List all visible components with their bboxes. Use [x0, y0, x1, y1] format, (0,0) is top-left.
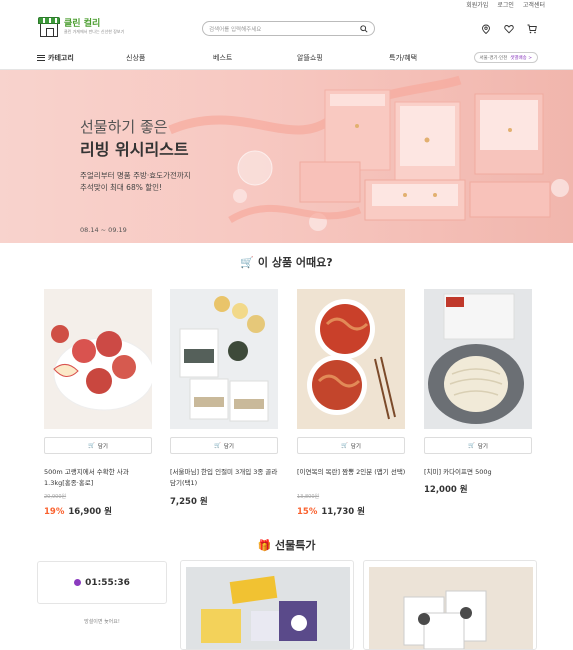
- logo-tagline: 클린 가게에서 만나는 신선한 장보기: [64, 29, 125, 34]
- add-to-cart-label: 담기: [350, 443, 361, 450]
- add-to-cart-button[interactable]: 🛒 담기: [170, 437, 278, 454]
- add-to-cart-button[interactable]: 🛒 담기: [44, 437, 152, 454]
- product-price-row: 7,250 원: [170, 495, 208, 507]
- product-price: 11,730 원: [321, 507, 365, 517]
- banner-description-line2: 추석맞이 최대 68% 할인!: [80, 183, 163, 192]
- apple-illustration: [51, 325, 152, 411]
- add-to-cart-label: 담기: [97, 443, 108, 450]
- delivery-region: 서울·경기·인천: [479, 55, 508, 61]
- add-to-cart-button[interactable]: 🛒 담기: [297, 437, 405, 454]
- jjamppong-illustration: [307, 299, 396, 420]
- top-links: 회원가입 로그인 고객센터: [466, 0, 545, 9]
- search-icon[interactable]: [360, 24, 368, 33]
- store-icon: [38, 17, 60, 37]
- top-utility-bar: 회원가입 로그인 고객센터: [0, 0, 573, 12]
- product-discount-rate: 15%: [297, 507, 318, 517]
- product-original-price: 13,800원: [297, 494, 320, 500]
- nav-best[interactable]: 베스트: [213, 53, 232, 63]
- banner-title-line2: 리빙 위시리스트: [80, 140, 189, 159]
- logo[interactable]: 클린 컬리 클린 가게에서 만나는 신선한 장보기: [38, 17, 124, 37]
- nav-bargain[interactable]: 알뜰쇼핑: [297, 53, 323, 63]
- product-price-row: 15% 11,730 원: [297, 505, 365, 517]
- customer-center-link[interactable]: 고객센터: [523, 0, 545, 9]
- gift-section-title: 🎁 선물특가: [0, 537, 573, 553]
- product-name[interactable]: 500m 고랭지에서 수확한 사과 1.3kg[홍종·홍로]: [44, 467, 156, 489]
- heart-icon[interactable]: [504, 24, 514, 34]
- product-price-row: 19% 16,900 원: [44, 505, 112, 517]
- product-image-jjamppong[interactable]: [297, 289, 405, 429]
- cart-icon: 🛒: [468, 442, 475, 449]
- product-card[interactable]: 🛒 담기 500m 고랭지에서 수확한 사과 1.3kg[홍종·홍로] 20,9…: [44, 289, 152, 517]
- logo-name: 클린 컬리: [64, 19, 101, 29]
- main-banner[interactable]: 선물하기 좋은 리빙 위시리스트 주얼리부터 명품 주방·효도가전까지 추석맞이…: [0, 70, 573, 243]
- product-image-kataifi[interactable]: [424, 289, 532, 429]
- gift-box-icon: 🎁: [257, 539, 272, 552]
- product-image-apples[interactable]: [44, 289, 152, 429]
- category-menu-button[interactable]: 카테고리: [37, 53, 74, 63]
- add-to-cart-label: 담기: [477, 443, 488, 450]
- location-pin-icon[interactable]: [481, 24, 491, 34]
- product-original-price: 20,900원: [44, 494, 67, 500]
- hamburger-icon: [37, 54, 45, 61]
- banner-description-line1: 주얼리부터 명품 주방·효도가전까지: [80, 171, 191, 180]
- signup-link[interactable]: 회원가입: [466, 0, 488, 9]
- product-name[interactable]: [치미] 카다이프면 500g: [424, 467, 536, 478]
- banner-date-range: 08.14 ~ 09.19: [80, 226, 127, 234]
- gift-product-card[interactable]: [180, 560, 354, 650]
- countdown-timer: 01:55:36: [37, 561, 167, 604]
- kataifi-illustration: [428, 293, 524, 424]
- product-card[interactable]: 🛒 담기 [이연복의 목란] 짬뽕 2인분 (맵기 선택) 13,800원 15…: [297, 289, 405, 517]
- search-placeholder: 검색어를 입력해주세요: [209, 26, 262, 33]
- nav-special-offers[interactable]: 특가/혜택: [389, 53, 417, 63]
- gift-product-card[interactable]: [363, 560, 537, 650]
- product-price: 16,900 원: [68, 507, 112, 517]
- product-image-injeolmi[interactable]: [170, 289, 278, 429]
- gift-title-text: 선물특가: [275, 539, 316, 552]
- nav-new-products[interactable]: 신상품: [126, 53, 145, 63]
- injeolmi-illustration: [179, 296, 269, 422]
- cart-icon: 🛒: [341, 442, 348, 449]
- product-name[interactable]: [서울마님] 한입 인절미 3개입 3종 골라담기(택1): [170, 467, 282, 489]
- product-card[interactable]: 🛒 담기 [서울마님] 한입 인절미 3개입 3종 골라담기(택1) 7,250…: [170, 289, 278, 507]
- product-price-row: 12,000 원: [424, 483, 468, 495]
- product-discount-rate: 19%: [44, 507, 65, 517]
- gift-product-image-snacks: [186, 567, 350, 649]
- product-price: 7,250 원: [170, 497, 208, 507]
- add-to-cart-label: 담기: [223, 443, 234, 450]
- product-card[interactable]: 🛒 담기 [치미] 카다이프면 500g 12,000 원: [424, 289, 532, 495]
- header-icons: [481, 24, 537, 34]
- gift-product-image-packs: [369, 567, 533, 649]
- countdown-note: 망설이면 늦어요!: [84, 619, 120, 625]
- product-price: 12,000 원: [424, 485, 468, 495]
- category-label: 카테고리: [48, 53, 74, 62]
- recommend-title-text: 이 상품 어때요?: [257, 256, 333, 269]
- add-to-cart-button[interactable]: 🛒 담기: [424, 437, 532, 454]
- search-input[interactable]: 검색어를 입력해주세요: [202, 21, 375, 36]
- cart-icon: 🛒: [88, 442, 95, 449]
- delivery-type: 샛별배송 >: [510, 55, 532, 61]
- login-link[interactable]: 로그인: [497, 0, 514, 9]
- cart-icon: 🛒: [214, 442, 221, 449]
- clock-icon: [74, 579, 82, 586]
- product-name[interactable]: [이연복의 목란] 짬뽕 2인분 (맵기 선택): [297, 467, 409, 478]
- header: 클린 컬리 클린 가게에서 만나는 신선한 장보기 검색어를 입력해주세요: [0, 12, 573, 46]
- cart-icon[interactable]: [527, 24, 537, 34]
- main-nav: 카테고리 신상품 베스트 알뜰쇼핑 특가/혜택 서울·경기·인천 샛별배송 >: [0, 46, 573, 70]
- countdown-time: 01:55:36: [85, 577, 130, 588]
- banner-title-line1: 선물하기 좋은: [80, 118, 168, 136]
- recommend-section-title: 🛒 이 상품 어때요?: [0, 254, 573, 270]
- cart-icon: 🛒: [240, 256, 255, 269]
- delivery-info-badge[interactable]: 서울·경기·인천 샛별배송 >: [473, 52, 538, 63]
